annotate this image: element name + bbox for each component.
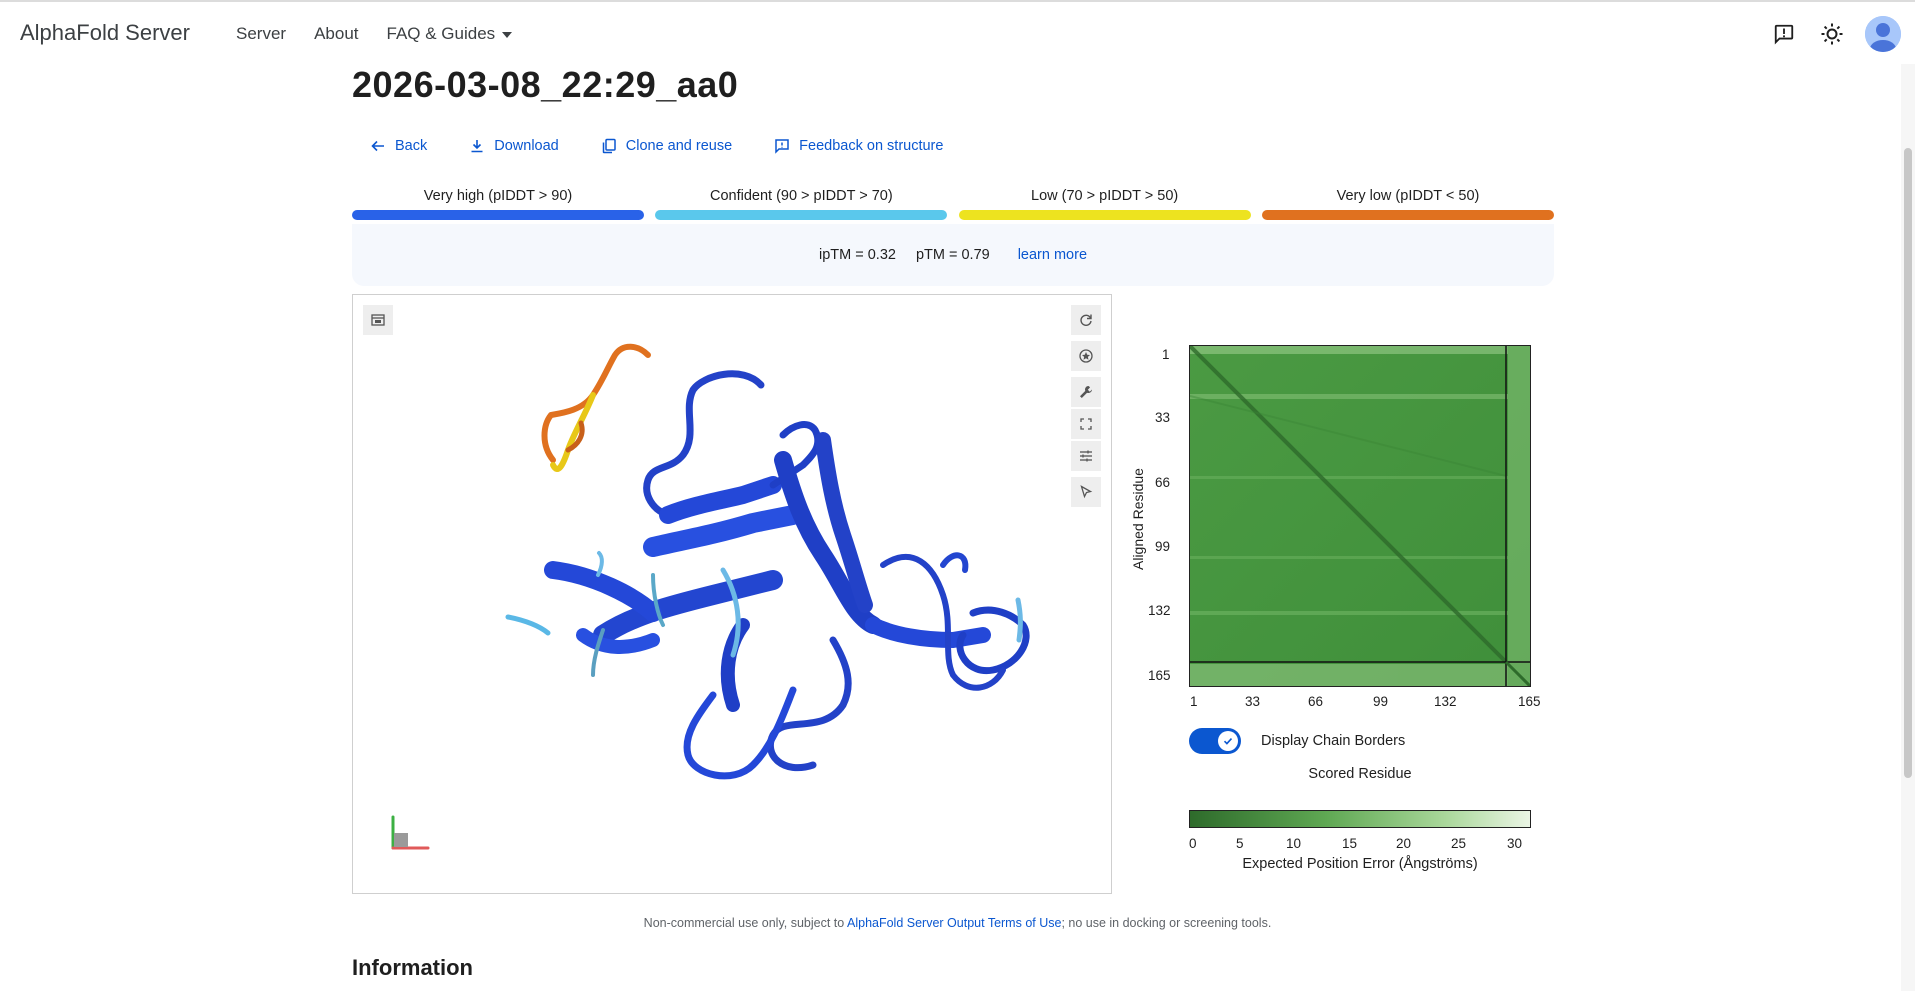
legend-label: Very low (pIDDT < 50) bbox=[1336, 188, 1480, 204]
y-tick: 165 bbox=[1148, 668, 1171, 683]
clone-button[interactable]: Clone and reuse bbox=[601, 138, 732, 154]
pae-heatmap[interactable] bbox=[1189, 345, 1531, 687]
arrow-left-icon bbox=[371, 140, 384, 152]
terms-prefix: Non-commercial use only, subject to bbox=[643, 916, 847, 930]
scrollbar-thumb[interactable] bbox=[1904, 148, 1912, 778]
nav-about[interactable]: About bbox=[314, 24, 358, 44]
download-icon bbox=[471, 140, 483, 153]
wrench-icon[interactable] bbox=[1071, 377, 1101, 407]
nav-server[interactable]: Server bbox=[236, 24, 286, 44]
protein-structure-render bbox=[391, 343, 1030, 850]
x-tick: 33 bbox=[1245, 694, 1261, 709]
pae-x-axis-label: Scored Residue bbox=[1308, 766, 1412, 782]
chain-borders-label: Display Chain Borders bbox=[1261, 733, 1406, 749]
legend-label: Confident (90 > pIDDT > 70) bbox=[709, 188, 893, 204]
download-button[interactable]: Download bbox=[469, 138, 559, 154]
plddt-legend: Very high (pIDDT > 90) Confident (90 > p… bbox=[352, 188, 1554, 220]
terms-link[interactable]: AlphaFold Server Output Terms of Use bbox=[847, 916, 1061, 930]
screenshot-icon[interactable] bbox=[363, 305, 393, 335]
page-title: 2026-03-08_22:29_aa0 bbox=[352, 64, 739, 105]
legend-label: Very high (pIDDT > 90) bbox=[423, 188, 573, 204]
information-heading: Information bbox=[352, 955, 473, 980]
check-icon bbox=[1218, 731, 1238, 751]
colorbar-tick: 30 bbox=[1507, 836, 1523, 851]
colorbar-tick: 25 bbox=[1451, 836, 1467, 851]
terms-suffix: ; no use in docking or screening tools. bbox=[1061, 916, 1272, 930]
legend-confident: Confident (90 > pIDDT > 70) bbox=[655, 188, 948, 220]
legend-bar bbox=[1261, 210, 1554, 220]
back-button[interactable]: Back bbox=[370, 138, 427, 154]
caret-down-icon bbox=[502, 32, 513, 38]
spin-icon[interactable] bbox=[1071, 341, 1101, 371]
fullscreen-icon[interactable] bbox=[1071, 409, 1101, 439]
legend-bar bbox=[655, 210, 948, 220]
ptm-value: pTM = 0.79 bbox=[915, 247, 990, 263]
nav-server-label: Server bbox=[236, 24, 287, 43]
back-label: Back bbox=[395, 138, 428, 154]
confidence-metrics: ipTM = 0.32 pTM = 0.79 learn more bbox=[352, 224, 1554, 286]
brightness-icon[interactable] bbox=[1817, 19, 1847, 49]
x-tick: 165 bbox=[1518, 694, 1541, 709]
colorbar-tick: 15 bbox=[1342, 836, 1358, 851]
y-tick: 132 bbox=[1148, 603, 1171, 618]
comment-icon bbox=[775, 139, 789, 154]
legend-very-low: Very low (pIDDT < 50) bbox=[1261, 188, 1554, 220]
copy-icon bbox=[602, 138, 616, 154]
iptm-value: ipTM = 0.32 bbox=[818, 247, 896, 263]
y-tick: 1 bbox=[1162, 347, 1170, 362]
nav-about-label: About bbox=[314, 24, 359, 43]
action-bar: Back Download Clone and reuse Feedback o… bbox=[370, 138, 985, 154]
x-tick: 1 bbox=[1190, 694, 1198, 709]
account-avatar[interactable] bbox=[1865, 16, 1901, 52]
colorbar-tick: 5 bbox=[1236, 836, 1244, 851]
legend-low: Low (70 > pIDDT > 50) bbox=[958, 188, 1251, 220]
colorbar-label: Expected Position Error (Ångströms) bbox=[1242, 856, 1478, 872]
y-tick: 33 bbox=[1155, 410, 1171, 425]
download-label: Download bbox=[494, 138, 559, 154]
clone-label: Clone and reuse bbox=[625, 138, 733, 154]
legend-very-high: Very high (pIDDT > 90) bbox=[352, 188, 644, 220]
y-tick: 66 bbox=[1155, 475, 1171, 490]
pae-colorbar bbox=[1189, 810, 1531, 828]
learn-more-link[interactable]: learn more bbox=[1018, 247, 1087, 263]
select-cursor-icon[interactable] bbox=[1071, 477, 1101, 507]
settings-sliders-icon[interactable] bbox=[1071, 441, 1101, 471]
pae-panel: Aligned Residue 1 33 66 99 132 165 1 33 … bbox=[1130, 345, 1541, 872]
feedback-structure-button[interactable]: Feedback on structure bbox=[774, 138, 943, 154]
top-app-bar: AlphaFold Server Server About FAQ & Guid… bbox=[0, 2, 1915, 64]
colorbar-tick: 20 bbox=[1396, 836, 1412, 851]
feedback-structure-label: Feedback on structure bbox=[799, 138, 944, 154]
colorbar-tick: 10 bbox=[1286, 836, 1302, 851]
structure-viewer[interactable] bbox=[352, 294, 1112, 894]
colorbar-tick: 0 bbox=[1189, 836, 1197, 851]
feedback-icon[interactable] bbox=[1769, 19, 1799, 49]
legend-bar bbox=[352, 210, 644, 220]
chain-borders-toggle-row: Display Chain Borders bbox=[1189, 728, 1405, 754]
legend-label: Low (70 > pIDDT > 50) bbox=[1031, 188, 1179, 204]
brand-title[interactable]: AlphaFold Server bbox=[20, 20, 190, 46]
x-tick: 66 bbox=[1308, 694, 1324, 709]
top-actions bbox=[1769, 16, 1901, 52]
chain-borders-toggle[interactable] bbox=[1189, 728, 1241, 754]
legend-bar bbox=[958, 210, 1251, 220]
x-tick: 99 bbox=[1373, 694, 1389, 709]
x-tick: 132 bbox=[1434, 694, 1457, 709]
page-scrollbar[interactable] bbox=[1901, 64, 1915, 991]
main-nav: Server About FAQ & Guides bbox=[236, 24, 540, 44]
terms-note: Non-commercial use only, subject to Alph… bbox=[0, 916, 1915, 930]
nav-faq-dropdown[interactable]: FAQ & Guides bbox=[387, 24, 513, 44]
reset-view-icon[interactable] bbox=[1071, 305, 1101, 335]
nav-faq-label: FAQ & Guides bbox=[386, 24, 496, 43]
y-tick: 99 bbox=[1155, 539, 1171, 554]
